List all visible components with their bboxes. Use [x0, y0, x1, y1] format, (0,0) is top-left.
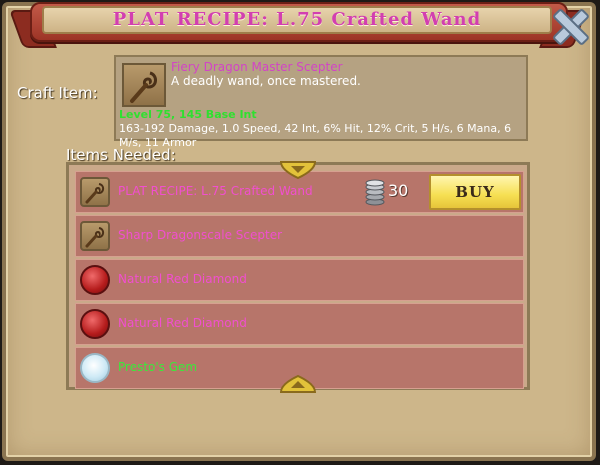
list-item[interactable]: Natural Red Diamond — [75, 259, 524, 301]
close-icon — [553, 9, 589, 45]
item-price: 30 — [388, 181, 409, 200]
red-diamond-icon — [80, 309, 110, 339]
buy-button[interactable]: BUY — [429, 174, 521, 210]
red-diamond-icon — [80, 265, 110, 295]
item-name: Sharp Dragonscale Scepter — [118, 228, 283, 242]
craft-item-name: Fiery Dragon Master Scepter — [171, 60, 343, 74]
coin-stack-icon — [364, 178, 386, 206]
craft-item-description: A deadly wand, once mastered. — [171, 74, 361, 88]
buy-button-label: BUY — [455, 183, 495, 201]
white-gem-icon — [80, 353, 110, 383]
item-name: Natural Red Diamond — [118, 316, 247, 330]
items-needed-list: PLAT RECIPE: L.75 Crafted Wand 30 BUY Sh… — [66, 162, 530, 390]
item-name: PLAT RECIPE: L.75 Crafted Wand — [118, 184, 313, 198]
craft-item-panel: Fiery Dragon Master Scepter A deadly wan… — [114, 55, 528, 149]
scepter-icon — [80, 177, 110, 207]
craft-item-label: Craft Item: — [17, 84, 98, 102]
scroll-down-button[interactable] — [279, 160, 317, 180]
scepter-icon — [122, 63, 166, 107]
list-item[interactable]: Natural Red Diamond — [75, 303, 524, 345]
scepter-icon — [80, 221, 110, 251]
item-name: Presto's Gem — [118, 360, 198, 374]
item-name: Natural Red Diamond — [118, 272, 247, 286]
scroll-up-button[interactable] — [279, 374, 317, 394]
list-item[interactable]: Sharp Dragonscale Scepter — [75, 215, 524, 257]
title-plate: PLAT RECIPE: L.75 Crafted Wand — [42, 6, 552, 34]
craft-item-level: Level 75, 145 Base Int — [119, 108, 257, 121]
craft-item-stats: 163-192 Damage, 1.0 Speed, 42 Int, 6% Hi… — [119, 122, 512, 149]
window-title: PLAT RECIPE: L.75 Crafted Wand — [112, 9, 482, 30]
chevron-down-icon — [279, 161, 317, 180]
chevron-up-icon — [279, 374, 317, 393]
close-button[interactable] — [548, 4, 594, 50]
